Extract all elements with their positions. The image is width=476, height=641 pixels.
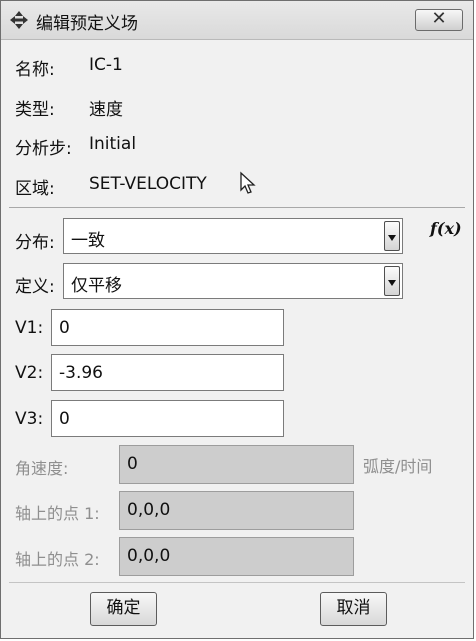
step-label: 分析步: — [15, 139, 72, 159]
v1-label: V1: — [15, 318, 44, 338]
angular-velocity-unit: 弧度/时间 — [363, 457, 433, 476]
step-value: Initial — [89, 134, 137, 154]
v3-value: 0 — [59, 409, 70, 429]
definition-select[interactable]: 仅平移 — [63, 263, 403, 299]
distribution-label: 分布: — [15, 233, 55, 253]
axis-point-1-value: 0,0,0 — [127, 500, 171, 520]
distribution-select[interactable]: 一致 — [63, 218, 403, 254]
axis-point-2-value: 0,0,0 — [127, 546, 171, 566]
type-label: 类型: — [15, 100, 55, 120]
edit-region-cursor-icon[interactable] — [239, 171, 257, 195]
dropdown-arrow-icon[interactable] — [384, 266, 400, 296]
v2-value: -3.96 — [59, 363, 103, 383]
close-button[interactable]: ✕ — [415, 9, 463, 31]
axis-point-1-input: 0,0,0 — [119, 491, 354, 530]
title-bar[interactable]: 编辑预定义场 ✕ — [1, 1, 473, 40]
angular-velocity-input: 0 — [119, 445, 354, 484]
cancel-button[interactable]: 取消 — [320, 592, 387, 626]
move-arrows-icon — [10, 11, 28, 29]
ok-button[interactable]: 确定 — [90, 592, 157, 626]
axis-point-1-label: 轴上的点 1: — [15, 504, 100, 523]
distribution-value: 一致 — [71, 231, 105, 251]
region-value: SET-VELOCITY — [89, 174, 207, 194]
angular-velocity-value: 0 — [127, 454, 138, 474]
name-value: IC-1 — [89, 55, 123, 75]
section-divider — [9, 207, 465, 208]
angular-velocity-label: 角速度: — [15, 459, 69, 478]
region-label: 区域: — [15, 179, 55, 199]
dialog-title: 编辑预定义场 — [36, 14, 138, 34]
button-divider — [9, 582, 465, 583]
type-value: 速度 — [89, 100, 123, 120]
axis-point-2-label: 轴上的点 2: — [15, 550, 100, 569]
v3-label: V3: — [15, 409, 44, 429]
function-fx-button[interactable]: f(x) — [430, 219, 462, 238]
definition-label: 定义: — [15, 277, 55, 297]
v1-input[interactable]: 0 — [51, 309, 284, 346]
axis-point-2-input: 0,0,0 — [119, 537, 354, 576]
v2-label: V2: — [15, 363, 44, 383]
v3-input[interactable]: 0 — [51, 400, 284, 437]
v2-input[interactable]: -3.96 — [51, 354, 284, 391]
edit-predefined-field-dialog: 编辑预定义场 ✕ 名称: IC-1 类型: 速度 分析步: Initial 区域… — [0, 0, 474, 639]
definition-value: 仅平移 — [71, 276, 122, 296]
dropdown-arrow-icon[interactable] — [384, 221, 400, 251]
v1-value: 0 — [59, 318, 70, 338]
name-label: 名称: — [15, 60, 55, 80]
